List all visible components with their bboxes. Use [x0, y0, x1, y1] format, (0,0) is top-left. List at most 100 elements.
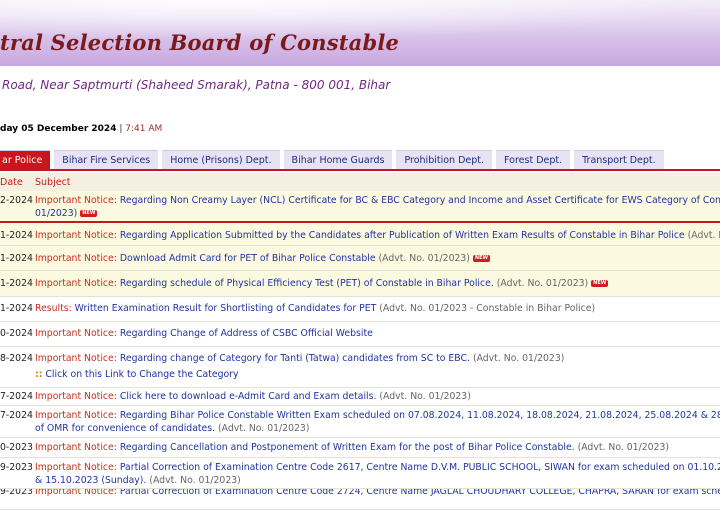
bullet-marker: :: [35, 369, 43, 380]
row-subject[interactable]: Important Notice: Regarding Application … [35, 229, 720, 242]
advt-number: (Advt. No. 01/2023) [378, 253, 470, 264]
table-row: 1-2024 Results: Written Examination Resu… [0, 297, 720, 322]
row-subject[interactable]: Important Notice: Regarding Change of Ad… [35, 327, 720, 340]
tab-bihar-home-guards[interactable]: Bihar Home Guards [283, 150, 393, 170]
row-date: 1-2024 [0, 303, 33, 314]
tab-underline [0, 169, 720, 171]
tab-bihar-police[interactable]: ar Police [0, 150, 51, 170]
notice-link[interactable]: Regarding schedule of Physical Efficienc… [120, 278, 494, 289]
row-subject-line2: of OMR for convenience of candidates. (A… [35, 422, 720, 435]
tab-forest[interactable]: Forest Dept. [496, 150, 571, 170]
notice-label: Important Notice: [35, 442, 117, 453]
row-date: 2-2024 [0, 195, 33, 206]
notice-label: Important Notice: [35, 253, 117, 264]
row-date: 1-2024 [0, 253, 33, 264]
notice-link[interactable]: Regarding Bihar Police Constable Written… [120, 410, 720, 421]
notice-label: Important Notice: [35, 230, 117, 241]
row-subject[interactable]: Important Notice: Partial Correction of … [35, 461, 720, 474]
notice-link[interactable]: Click here to download e-Admit Card and … [120, 391, 377, 402]
advt-number: (Advt. No. 01/2023) [218, 423, 310, 434]
notice-label: Important Notice: [35, 328, 117, 339]
row-subject-sublink: :: Click on this Link to Change the Cate… [35, 368, 720, 381]
change-category-link[interactable]: Click on this Link to Change the Categor… [45, 369, 238, 380]
notice-label: Important Notice: [35, 195, 117, 206]
row-subject[interactable]: Important Notice: Download Admit Card fo… [35, 252, 720, 265]
tab-prohibition[interactable]: Prohibition Dept. [396, 150, 493, 170]
notice-label: Important Notice: [35, 489, 117, 497]
advt-number: (Advt. No. 01/2023 - Constable in Bihar … [379, 303, 596, 314]
row-subject[interactable]: Important Notice: Regarding Bihar Police… [35, 409, 720, 422]
row-date: 8-2024 [0, 353, 33, 364]
row-date: 0-2023 [0, 442, 33, 453]
notice-link[interactable]: Regarding Change of Address of CSBC Offi… [120, 328, 373, 339]
column-subject-header: Subject [35, 177, 71, 188]
notice-label: Important Notice: [35, 462, 117, 473]
notice-link-cont[interactable]: 01/2023) [35, 208, 77, 219]
notice-link[interactable]: Regarding change of Category for Tanti (… [120, 353, 470, 364]
row-subject-line2: & 15.10.2023 (Sunday). (Advt. No. 01/202… [35, 474, 720, 487]
table-row: 1-2024 Important Notice: Regarding sched… [0, 271, 720, 297]
table-header: Date Subject [0, 173, 720, 191]
notice-link[interactable]: Partial Correction of Examination Centre… [120, 462, 720, 473]
row-subject-line2: 01/2023) NEW [35, 207, 720, 220]
notice-label: Important Notice: [35, 353, 117, 364]
row-subject[interactable]: Important Notice: Partial Correction of … [35, 489, 720, 498]
notice-label: Important Notice: [35, 278, 117, 289]
row-date: 7-2024 [0, 410, 33, 421]
row-date: 9-2023 [0, 462, 33, 473]
row-subject[interactable]: Important Notice: Click here to download… [35, 390, 720, 403]
table-row: 9-2023 Important Notice: Partial Correct… [0, 458, 720, 489]
notice-link[interactable]: Partial Correction of Examination Centre… [120, 489, 720, 497]
notice-link[interactable]: Regarding Application Submitted by the C… [120, 230, 685, 241]
office-address: Road, Near Saptmurti (Shaheed Smarak), P… [2, 78, 391, 92]
new-badge: NEW [591, 280, 609, 287]
department-tabs: ar Police Bihar Fire Services Home (Pris… [0, 150, 668, 170]
new-badge: NEW [80, 210, 98, 217]
row-subject[interactable]: Important Notice: Regarding schedule of … [35, 277, 720, 290]
notice-link[interactable]: Download Admit Card for PET of Bihar Pol… [120, 253, 376, 264]
row-date: 9-2023 [0, 489, 33, 497]
advt-number: (Advt. No. 01/2023) [496, 278, 589, 289]
row-date: 1-2024 [0, 230, 33, 241]
current-time: 7:41 AM [125, 124, 163, 134]
table-row: 7-2024 Important Notice: Regarding Bihar… [0, 406, 720, 438]
notice-table: Date Subject 2-2024 Important Notice: Re… [0, 173, 720, 510]
tab-home-prisons[interactable]: Home (Prisons) Dept. [162, 150, 280, 170]
advt-number: (Advt. No. 01/2023) [149, 475, 241, 486]
notice-link[interactable]: Regarding Cancellation and Postponement … [120, 442, 575, 453]
notice-link-cont[interactable]: of OMR for convenience of candidates. [35, 423, 215, 434]
notice-link[interactable]: Regarding Non Creamy Layer (NCL) Certifi… [120, 195, 720, 206]
row-subject[interactable]: Important Notice: Regarding Non Creamy L… [35, 194, 720, 207]
advt-number: (Advt. No. 01/2023) [687, 230, 720, 241]
address-bar: Road, Near Saptmurti (Shaheed Smarak), P… [0, 66, 720, 104]
table-row: 8-2024 Important Notice: Regarding chang… [0, 347, 720, 388]
column-date-header: Date [0, 177, 23, 188]
date-time-bar: day 05 December 2024 | 7:41 AM [0, 124, 162, 134]
result-link[interactable]: Written Examination Result for Shortlist… [75, 303, 377, 314]
table-row: 0-2023 Important Notice: Regarding Cance… [0, 438, 720, 458]
row-date: 1-2024 [0, 278, 33, 289]
advt-number: (Advt. No. 01/2023) [577, 442, 670, 453]
result-label: Results: [35, 303, 72, 314]
advt-number: (Advt. No. 01/2023) [379, 391, 471, 402]
notice-link-cont[interactable]: & 15.10.2023 (Sunday). [35, 475, 146, 486]
table-row: 0-2024 Important Notice: Regarding Chang… [0, 322, 720, 347]
row-date: 7-2024 [0, 391, 33, 402]
site-title: tral Selection Board of Constable [0, 30, 400, 55]
tab-bihar-fire-services[interactable]: Bihar Fire Services [54, 150, 159, 170]
row-subject[interactable]: Important Notice: Regarding change of Ca… [35, 352, 720, 365]
table-row: 9-2023 Important Notice: Partial Correct… [0, 489, 720, 510]
tab-transport[interactable]: Transport Dept. [574, 150, 664, 170]
notice-label: Important Notice: [35, 391, 117, 402]
new-badge: NEW [472, 255, 491, 262]
current-date: day 05 December 2024 [0, 124, 117, 134]
row-date: 0-2024 [0, 328, 33, 339]
header-banner: tral Selection Board of Constable [0, 0, 720, 66]
row-subject[interactable]: Results: Written Examination Result for … [35, 302, 720, 315]
table-row: 2-2024 Important Notice: Regarding Non C… [0, 191, 720, 223]
row-subject[interactable]: Important Notice: Regarding Cancellation… [35, 441, 720, 454]
table-row: 1-2024 Important Notice: Download Admit … [0, 246, 720, 271]
notice-label: Important Notice: [35, 410, 117, 421]
table-row: 7-2024 Important Notice: Click here to d… [0, 388, 720, 406]
advt-number: (Advt. No. 01/2023) [472, 353, 565, 364]
